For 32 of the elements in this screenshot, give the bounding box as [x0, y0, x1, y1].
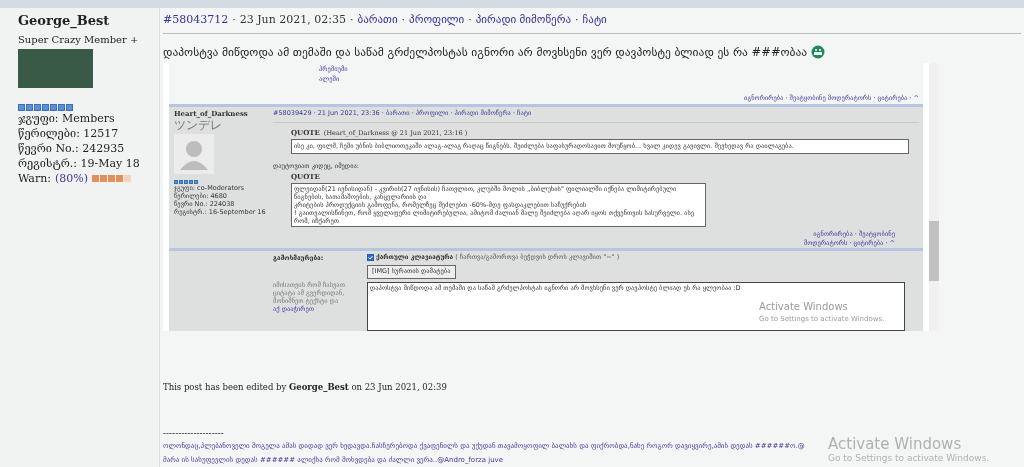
- post-link[interactable]: ბარათი: [357, 12, 398, 29]
- username[interactable]: George_Best: [18, 11, 141, 31]
- member-title: ツンデレ: [174, 119, 223, 133]
- signature-rule: --------------------: [163, 427, 225, 439]
- rank-pips-icon: [174, 180, 198, 185]
- post-link[interactable]: ჩატი: [582, 12, 607, 29]
- warn-label: Warn:: [18, 171, 51, 186]
- activation-title: Activate Windows: [759, 300, 849, 315]
- separator: ·: [350, 12, 354, 29]
- profile-detail: წევრი No.: 242935: [18, 141, 126, 156]
- post-link[interactable]: პირადი მიმოწერა: [475, 12, 572, 29]
- warn-value[interactable]: (80%): [54, 171, 88, 186]
- separator: ·: [232, 12, 236, 29]
- post-link[interactable]: პროფილი: [409, 12, 465, 29]
- member-title: Super Crazy Member +: [18, 32, 140, 47]
- edit-notice: This post has been edited by George_Best on 23 Jun 2021, 02:39: [163, 381, 448, 394]
- smiley-icon: [811, 45, 826, 60]
- profile-detail: რეგისტრ.: 19-May 18: [18, 156, 141, 171]
- post-date: 23 Jun 2021, 02:35: [239, 12, 346, 29]
- separator: ·: [401, 12, 406, 29]
- separator: ·: [468, 12, 472, 29]
- separator: ·: [575, 12, 579, 29]
- activation-hint: Go to Settings to activate Windows.: [828, 453, 990, 464]
- activation-title: Activate Windows: [828, 436, 963, 453]
- profile-detail: ჯგუფი: Members: [18, 111, 116, 126]
- post-message: დაპოსტვა მიწდოდა ამ თემაში და საწამ გრძელპოსტას იგნორი არ მოვხსენი ვერ დავპოსტე ბლიად ეს რა ###ობაა: [163, 43, 808, 61]
- post-number[interactable]: #58043712: [163, 12, 229, 29]
- profile-detail: წერილები: 12517: [18, 126, 120, 141]
- rank-pips-icon: [18, 103, 73, 111]
- avatar-silhouette-icon: [174, 134, 214, 175]
- scrollbar-thumb[interactable]: [929, 221, 939, 282]
- keyboard-checkbox[interactable]: [367, 254, 374, 262]
